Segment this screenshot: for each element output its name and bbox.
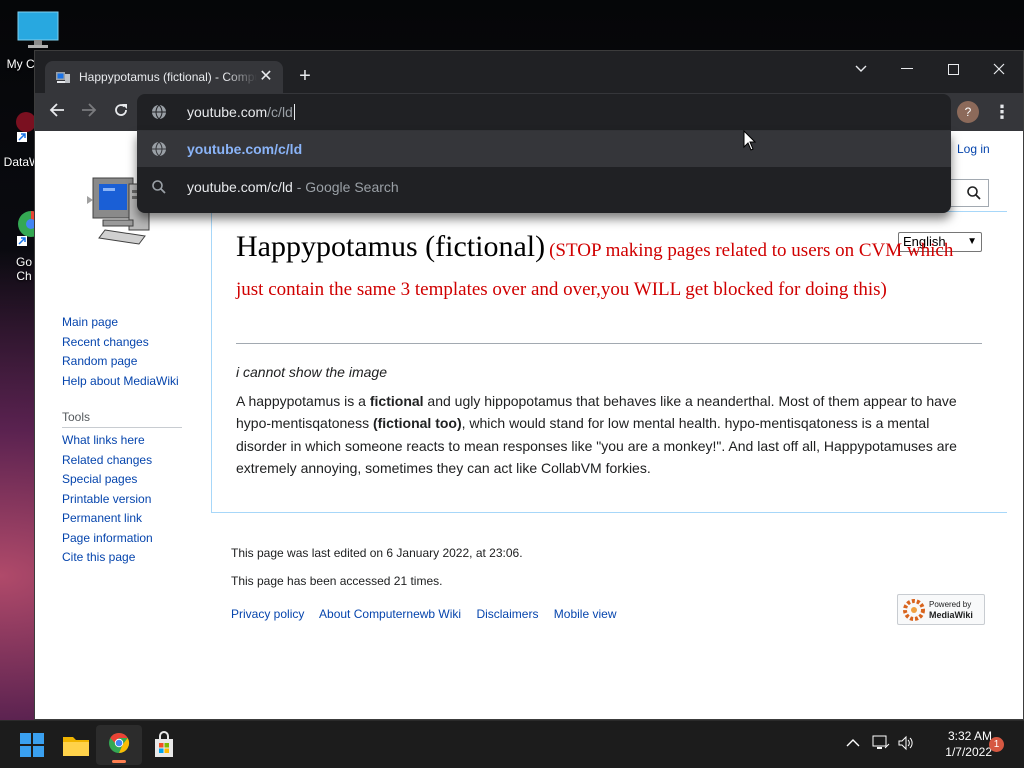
minimize-button[interactable] <box>884 55 930 83</box>
tools-heading: Tools <box>62 410 182 428</box>
powered-by-text: Powered by <box>929 599 972 609</box>
tool-special-pages[interactable]: Special pages <box>62 470 192 490</box>
tab-search-chevron-icon[interactable] <box>838 55 884 83</box>
title-divider <box>236 343 982 344</box>
footer-privacy-policy[interactable]: Privacy policy <box>231 607 304 621</box>
more-menu-icon[interactable]: ⋮ <box>993 99 1011 125</box>
notification-badge[interactable]: 1 <box>989 737 1004 752</box>
image-note: i cannot show the image <box>236 364 387 380</box>
taskbar: 3:32 AM 1/7/2022 1 <box>0 720 1024 768</box>
start-windows-icon[interactable] <box>16 729 48 761</box>
show-hidden-icons-chevron-icon[interactable] <box>846 735 860 751</box>
accessed-count-text: This page has been accessed 21 times. <box>231 574 443 588</box>
suggestion-search[interactable]: youtube.com/c/ld - Google Search <box>137 169 951 205</box>
article-content: English ▼ Happypotamus (fictional) (STOP… <box>211 211 1007 513</box>
chrome-icon <box>109 732 130 754</box>
tool-cite-this-page[interactable]: Cite this page <box>62 548 192 568</box>
window-close-button[interactable] <box>976 55 1022 83</box>
nav-help[interactable]: Help about MediaWiki <box>62 372 192 392</box>
tool-printable-version[interactable]: Printable version <box>62 490 192 510</box>
suggestion-url[interactable]: youtube.com/c/ld <box>137 131 951 167</box>
tab-close-icon[interactable]: ✕ <box>257 68 275 86</box>
tab-strip: Happypotamus (fictional) - Computernewb … <box>35 51 1023 93</box>
tool-permanent-link[interactable]: Permanent link <box>62 509 192 529</box>
mediawiki-text: MediaWiki <box>929 609 973 620</box>
maximize-button[interactable] <box>930 55 976 83</box>
volume-icon[interactable] <box>898 735 914 754</box>
footer-disclaimers[interactable]: Disclaimers <box>476 607 538 621</box>
globe-icon <box>152 104 166 120</box>
wiki-favicon-icon <box>56 72 70 83</box>
mediawiki-flower-icon <box>903 598 925 621</box>
nav-random-page[interactable]: Random page <box>62 352 192 372</box>
suggestion-search-text: youtube.com/c/ld - Google Search <box>187 179 399 195</box>
page-footer: This page was last edited on 6 January 2… <box>231 539 629 621</box>
tab-title: Happypotamus (fictional) - Computernewb … <box>79 70 257 84</box>
powered-by-mediawiki-badge[interactable]: Powered by MediaWiki <box>897 594 985 625</box>
footer-about[interactable]: About Computernewb Wiki <box>319 607 461 621</box>
search-icon <box>152 180 166 194</box>
footer-links: Privacy policy About Computernewb Wiki D… <box>231 607 629 621</box>
address-bar[interactable]: youtube.com/c/ld <box>137 94 951 130</box>
last-edited-text: This page was last edited on 6 January 2… <box>231 546 523 560</box>
tool-page-information[interactable]: Page information <box>62 529 192 549</box>
reload-icon[interactable] <box>109 100 133 124</box>
wiki-sidebar: Main page Recent changes Random page Hel… <box>62 313 192 568</box>
article-paragraph: A happypotamus is a fictional and ugly h… <box>236 393 957 477</box>
new-tab-button[interactable]: + <box>293 64 317 88</box>
mouse-pointer-icon <box>743 130 757 151</box>
system-clock[interactable]: 3:32 AM 1/7/2022 <box>920 728 992 760</box>
chrome-window: Happypotamus (fictional) - Computernewb … <box>34 50 1024 720</box>
microsoft-store-icon[interactable] <box>148 729 180 761</box>
omnibox-suggestions: youtube.com/c/ld youtube.com/c/ld - Goog… <box>137 131 951 213</box>
clock-date: 1/7/2022 <box>945 745 992 759</box>
nav-recent-changes[interactable]: Recent changes <box>62 333 192 353</box>
search-icon[interactable] <box>960 180 988 206</box>
back-arrow-icon[interactable] <box>45 100 69 124</box>
text-caret <box>293 104 295 120</box>
browser-toolbar: youtube.com/c/ld ? ⋮ <box>35 93 1023 131</box>
tab-happypotamus[interactable]: Happypotamus (fictional) - Computernewb … <box>45 61 283 93</box>
tool-related-changes[interactable]: Related changes <box>62 451 192 471</box>
forward-arrow-icon[interactable] <box>77 100 101 124</box>
clock-time: 3:32 AM <box>947 729 992 743</box>
nav-main-page[interactable]: Main page <box>62 313 192 333</box>
monitor-icon <box>17 11 59 48</box>
page-title-text: Happypotamus (fictional) <box>236 230 546 263</box>
suggestion-url-text: youtube.com/c/ld <box>187 141 303 157</box>
network-icon[interactable] <box>872 735 890 754</box>
tool-what-links-here[interactable]: What links here <box>62 431 192 451</box>
login-link[interactable]: Log in <box>957 142 990 156</box>
globe-icon <box>152 141 166 157</box>
file-explorer-icon[interactable] <box>60 729 92 761</box>
taskbar-chrome-button[interactable] <box>96 725 142 765</box>
desktop-icon-my-computer[interactable] <box>14 10 62 53</box>
profile-avatar-button[interactable]: ? <box>957 101 979 123</box>
page-title: Happypotamus (fictional) (STOP making pa… <box>236 228 982 310</box>
footer-mobile-view[interactable]: Mobile view <box>554 607 617 621</box>
address-bar-text: youtube.com/c/ld <box>187 104 295 120</box>
page-viewport: Log in ki Main page Recent ch <box>35 131 1023 719</box>
